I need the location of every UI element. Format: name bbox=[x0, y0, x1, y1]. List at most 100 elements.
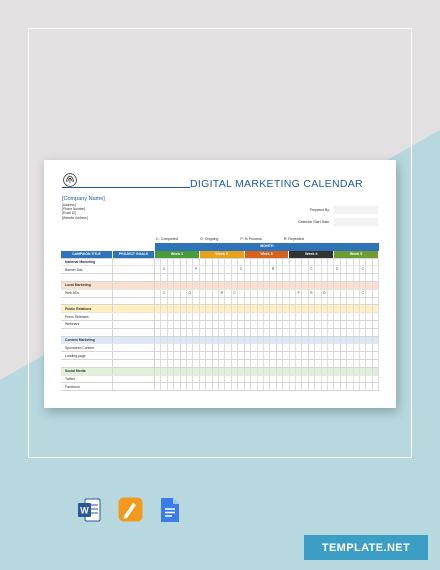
legend-repeated: R: Repeated bbox=[283, 237, 304, 241]
project-goals-cell bbox=[113, 281, 155, 289]
project-goals-cell bbox=[113, 375, 155, 383]
day-cell[interactable] bbox=[373, 281, 380, 289]
day-cell[interactable] bbox=[373, 320, 380, 328]
project-goals-cell bbox=[113, 328, 155, 336]
day-cell[interactable] bbox=[373, 375, 380, 383]
campaign-title-cell: Sponsored Content bbox=[61, 344, 113, 352]
project-goals-cell bbox=[113, 258, 155, 266]
prepared-by-row: Prepared By: bbox=[294, 206, 378, 214]
day-cell[interactable] bbox=[373, 258, 380, 266]
company-website: [Website Address] bbox=[62, 215, 88, 220]
day-cell[interactable] bbox=[373, 305, 380, 313]
project-goals-cell bbox=[113, 359, 155, 367]
prepared-by-label: Prepared By: bbox=[309, 208, 330, 212]
day-cell[interactable] bbox=[373, 328, 380, 336]
campaign-title-cell bbox=[61, 274, 113, 281]
category-row: Public Relations bbox=[61, 305, 380, 314]
day-cell[interactable] bbox=[373, 289, 380, 297]
day-cell[interactable] bbox=[373, 266, 380, 274]
brand-badge[interactable]: TEMPLATE.NET bbox=[304, 535, 428, 560]
campaign-title-cell: Press Releases bbox=[61, 313, 113, 320]
col-campaign-title: CAMPAIGN TITLE bbox=[61, 250, 113, 258]
project-goals-cell bbox=[113, 274, 155, 281]
week-5-header: Week 5 bbox=[334, 250, 379, 258]
word-doc-icon[interactable]: W bbox=[77, 497, 101, 523]
project-goals-cell bbox=[113, 266, 155, 274]
campaign-title-cell: Landing page bbox=[61, 352, 113, 359]
company-name: [Company Name] bbox=[62, 196, 105, 202]
legend-in-process: P: In Process bbox=[240, 237, 262, 241]
project-goals-cell bbox=[113, 289, 155, 297]
day-cells bbox=[155, 328, 380, 336]
document-preview[interactable]: DIGITAL MARKETING CALENDAR [Company Name… bbox=[44, 160, 396, 408]
campaign-row: Press Releases bbox=[61, 313, 380, 321]
project-goals-cell bbox=[113, 305, 155, 313]
day-cells bbox=[155, 258, 380, 266]
day-cells bbox=[155, 281, 380, 289]
campaign-title-cell: Facebook bbox=[61, 383, 113, 391]
project-goals-cell bbox=[113, 313, 155, 320]
project-goals-cell bbox=[113, 320, 155, 328]
day-cell[interactable] bbox=[373, 352, 380, 359]
project-goals-cell bbox=[113, 297, 155, 305]
day-cells bbox=[155, 367, 380, 375]
day-cells bbox=[155, 375, 380, 383]
start-date-row: Calendar Start Date: bbox=[294, 218, 378, 226]
start-date-field[interactable] bbox=[334, 218, 378, 226]
project-goals-cell bbox=[113, 367, 155, 375]
day-cell[interactable] bbox=[373, 313, 380, 320]
campaign-title-cell: Webinars bbox=[61, 320, 113, 328]
project-goals-cell bbox=[113, 383, 155, 391]
prepared-by-field[interactable] bbox=[334, 206, 378, 214]
start-date-label: Calendar Start Date: bbox=[298, 220, 330, 224]
campaign-row: Web ADs C O R C P R O C bbox=[61, 289, 380, 298]
campaign-row: Webinars bbox=[61, 320, 380, 329]
day-cell[interactable] bbox=[373, 359, 380, 367]
document-title: DIGITAL MARKETING CALENDAR bbox=[190, 178, 363, 190]
day-cell[interactable] bbox=[373, 336, 380, 344]
header-rule bbox=[62, 187, 190, 188]
week-4-header: Week 4 bbox=[289, 250, 335, 258]
project-goals-cell bbox=[113, 336, 155, 344]
day-cells bbox=[155, 297, 380, 305]
legend-ongoing: O: Ongoing bbox=[199, 237, 219, 241]
day-cells bbox=[155, 313, 380, 320]
category-row: Social Media bbox=[61, 367, 380, 376]
day-cell[interactable] bbox=[373, 383, 380, 391]
day-cell[interactable] bbox=[373, 344, 380, 352]
campaign-title-cell bbox=[61, 297, 113, 305]
campaign-title-cell: Banner Ads bbox=[61, 266, 113, 274]
campaign-row: Facebook bbox=[61, 383, 380, 392]
calendar-grid: MONTH CAMPAIGN TITLE PROJECT GOALS Week … bbox=[61, 243, 380, 392]
day-cell[interactable] bbox=[373, 367, 380, 375]
day-cells bbox=[155, 352, 380, 359]
day-cell[interactable] bbox=[373, 274, 380, 281]
day-cells bbox=[155, 344, 380, 352]
day-cells bbox=[155, 320, 380, 328]
month-header-row: MONTH bbox=[61, 243, 379, 251]
campaign-row: Twitter bbox=[61, 375, 380, 384]
category-row: Local Marketing bbox=[61, 281, 380, 290]
day-cells: CPCRCOC bbox=[155, 266, 380, 274]
google-docs-icon[interactable] bbox=[160, 497, 180, 523]
company-block: [Company Name] [Address] [Phone Number] … bbox=[62, 196, 105, 220]
day-cell[interactable] bbox=[373, 297, 380, 305]
svg-text:W: W bbox=[80, 506, 89, 516]
campaign-title-cell: Web ADs bbox=[61, 289, 113, 297]
project-goals-cell bbox=[113, 352, 155, 359]
campaign-title-cell: Public Relations bbox=[61, 305, 113, 313]
status-legend: C: Completed O: Ongoing P: In Process R:… bbox=[156, 237, 326, 241]
column-header-row: CAMPAIGN TITLE PROJECT GOALS Week 1 Week… bbox=[61, 250, 379, 259]
campaign-row: Banner Ads C P C R C O C bbox=[61, 266, 380, 275]
project-goals-cell bbox=[113, 344, 155, 352]
campaign-row bbox=[61, 274, 380, 282]
campaign-title-cell bbox=[61, 328, 113, 336]
day-cells bbox=[155, 359, 380, 367]
campaign-title-cell: Content Marketing bbox=[61, 336, 113, 344]
week-2-header: Week 2 bbox=[199, 250, 245, 258]
pages-doc-icon[interactable] bbox=[118, 497, 143, 522]
week-headers: Week 1 Week 2 Week 3 Week 4 Week 5 bbox=[155, 250, 379, 258]
campaign-row: Landing page bbox=[61, 352, 380, 360]
campaign-row bbox=[61, 297, 380, 306]
day-cells bbox=[155, 274, 380, 281]
